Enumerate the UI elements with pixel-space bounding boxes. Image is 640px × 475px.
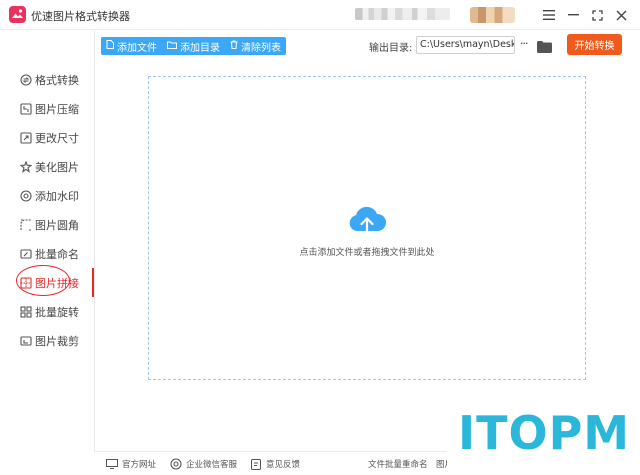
rename-icon (20, 248, 32, 260)
sidebar-item-label: 添加水印 (35, 189, 79, 203)
sidebar-item-crop[interactable]: 图片裁剪 (0, 326, 94, 355)
sidebar-item-format-convert[interactable]: 格式转换 (0, 65, 94, 94)
website-label: 官方网址 (122, 460, 157, 470)
sidebar-item-label: 格式转换 (35, 73, 79, 87)
menu-icon[interactable] (540, 6, 558, 24)
rounded-corner-icon (20, 218, 32, 231)
watermark-logo: ITOPM (458, 406, 631, 460)
crop-icon (20, 335, 32, 347)
minimize-icon[interactable] (564, 6, 582, 24)
beautify-icon (20, 160, 32, 173)
blurred-account-info (355, 8, 450, 20)
clear-list-label: 清除列表 (241, 42, 281, 54)
maximize-icon[interactable] (588, 6, 606, 24)
app-logo-icon (9, 6, 26, 23)
sidebar-item-label: 美化图片 (35, 160, 79, 174)
watermark-icon (20, 189, 32, 202)
sidebar-item-batch-rename[interactable]: 批量命名 (0, 239, 94, 268)
batch-rename-label: 文件批量重命名 (368, 460, 428, 470)
sidebar-item-watermark[interactable]: 添加水印 (0, 181, 94, 210)
sidebar-item-beautify[interactable]: 美化图片 (0, 152, 94, 181)
blurred-avatar (470, 7, 515, 23)
close-icon[interactable] (612, 6, 630, 24)
monitor-icon (106, 459, 118, 469)
annotation-circle (16, 265, 70, 296)
sidebar-item-label: 图片裁剪 (35, 334, 79, 348)
sidebar-item-compress[interactable]: 图片压缩 (0, 94, 94, 123)
sidebar-item-label: 图片压缩 (35, 102, 79, 116)
website-link[interactable]: 官方网址 (106, 457, 156, 471)
add-directory-label: 添加目录 (180, 42, 220, 54)
wechat-service-link[interactable]: 企业微信客服 (170, 457, 237, 471)
toolbar: 添加文件 添加目录 清除列表 (101, 37, 286, 55)
feedback-icon (250, 458, 262, 470)
app-title: 优速图片格式转换器 (31, 10, 130, 23)
sidebar-item-label: 批量命名 (35, 247, 79, 261)
trash-icon (230, 40, 238, 52)
clear-list-button[interactable]: 清除列表 (225, 37, 286, 55)
cloud-upload-icon (347, 205, 387, 237)
compress-icon (20, 102, 32, 115)
output-dir-label: 输出目录: (369, 43, 413, 54)
add-file-button[interactable]: 添加文件 (101, 37, 162, 55)
title-bar: 优速图片格式转换器 (0, 0, 640, 30)
app-window: 优速图片格式转换器 格式转换 图片压缩 更改尺寸 美化图片 添加水印 图片圆角 … (0, 0, 640, 475)
convert-icon (20, 73, 32, 86)
add-file-label: 添加文件 (117, 42, 157, 54)
output-dir-field[interactable]: C:\Users\mayn\Desktop (416, 36, 515, 54)
resize-icon (20, 131, 32, 144)
wechat-icon (170, 458, 182, 470)
sidebar-item-label: 更改尺寸 (35, 131, 79, 145)
rotate-icon (20, 305, 32, 318)
sidebar-item-resize[interactable]: 更改尺寸 (0, 123, 94, 152)
wechat-service-label: 企业微信客服 (186, 460, 238, 470)
feedback-label: 意见反馈 (266, 460, 301, 470)
add-directory-button[interactable]: 添加目录 (162, 37, 225, 55)
sidebar-item-rounded-corner[interactable]: 图片圆角 (0, 210, 94, 239)
open-folder-icon[interactable] (537, 38, 552, 53)
start-convert-button[interactable]: 开始转换 (567, 34, 622, 55)
sidebar-item-rotate[interactable]: 批量旋转 (0, 297, 94, 326)
sidebar-divider (94, 31, 95, 451)
feedback-link[interactable]: 意见反馈 (250, 457, 300, 471)
file-drop-zone[interactable]: 点击添加文件或者拖拽文件到此处 (148, 76, 586, 380)
sidebar-item-label: 批量旋转 (35, 305, 79, 319)
browse-more-button[interactable]: ··· (520, 37, 528, 50)
batch-rename-link[interactable]: 文件批量重命名 (368, 457, 428, 471)
sidebar: 格式转换 图片压缩 更改尺寸 美化图片 添加水印 图片圆角 批量命名 图片拼接 … (0, 31, 94, 451)
folder-icon (167, 41, 177, 52)
drop-hint-text: 点击添加文件或者拖拽文件到此处 (299, 248, 435, 258)
file-icon (106, 40, 114, 52)
sidebar-item-label: 图片圆角 (35, 218, 79, 232)
